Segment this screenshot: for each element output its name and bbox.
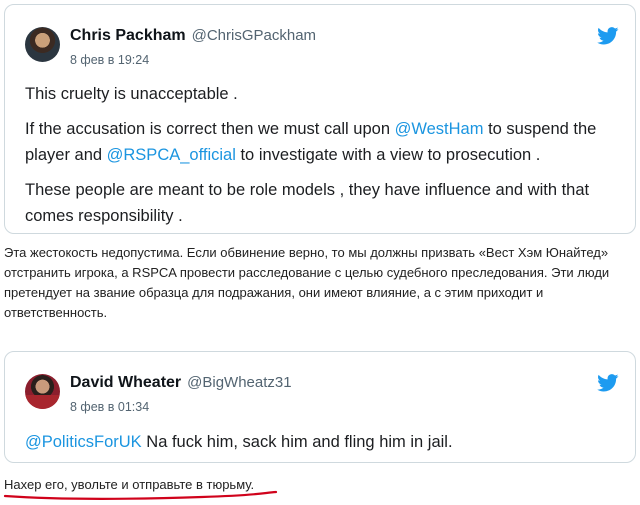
tweet-card-chris-packham[interactable]: Chris Packham @ChrisGPackham 8 фев в 19:2…: [4, 4, 636, 234]
mention-link-rspca[interactable]: @RSPCA_official: [107, 146, 236, 164]
twitter-bird-icon[interactable]: [597, 374, 619, 392]
tweet-paragraph: These people are meant to be role models…: [25, 181, 590, 225]
tweet-text-segment: If the accusation is correct then we mus…: [25, 120, 395, 138]
tweet-card-david-wheater[interactable]: David Wheater @BigWheatz31 8 фев в 01:34 …: [4, 351, 636, 463]
author-name[interactable]: Chris Packham @ChrisGPackham: [70, 27, 316, 45]
author-name[interactable]: David Wheater @BigWheatz31: [70, 374, 292, 392]
tweet-date[interactable]: 8 фев в 19:24: [70, 53, 149, 67]
translation-caption: Эта жестокость недопустима. Если обвинен…: [4, 245, 610, 320]
tweet-text-segment: Na fuck him, sack him and fling him in j…: [141, 433, 453, 451]
twitter-bird-icon[interactable]: [597, 27, 619, 45]
mention-link-politicsforuk[interactable]: @PoliticsForUK: [25, 433, 142, 451]
tweet-body: This cruelty is unacceptable . If the ac…: [25, 81, 617, 238]
red-underline-mark: [3, 490, 278, 500]
tweet-body: @PoliticsForUK Na fuck him, sack him and…: [25, 429, 617, 455]
avatar[interactable]: [25, 374, 60, 409]
tweet-date[interactable]: 8 фев в 01:34: [70, 400, 149, 414]
tweet-paragraph: @PoliticsForUK Na fuck him, sack him and…: [25, 429, 617, 455]
avatar[interactable]: [25, 27, 60, 62]
tweet-paragraph: If the accusation is correct then we mus…: [25, 116, 617, 168]
author-name-text[interactable]: Chris Packham: [70, 27, 186, 44]
author-handle[interactable]: @BigWheatz31: [187, 374, 291, 391]
tweet-text-segment: to investigate with a view to prosecutio…: [235, 146, 541, 164]
tweet-paragraph: This cruelty is unacceptable .: [25, 85, 238, 103]
mention-link-westham[interactable]: @WestHam: [395, 120, 484, 138]
author-name-text[interactable]: David Wheater: [70, 374, 181, 391]
author-handle[interactable]: @ChrisGPackham: [192, 27, 316, 44]
